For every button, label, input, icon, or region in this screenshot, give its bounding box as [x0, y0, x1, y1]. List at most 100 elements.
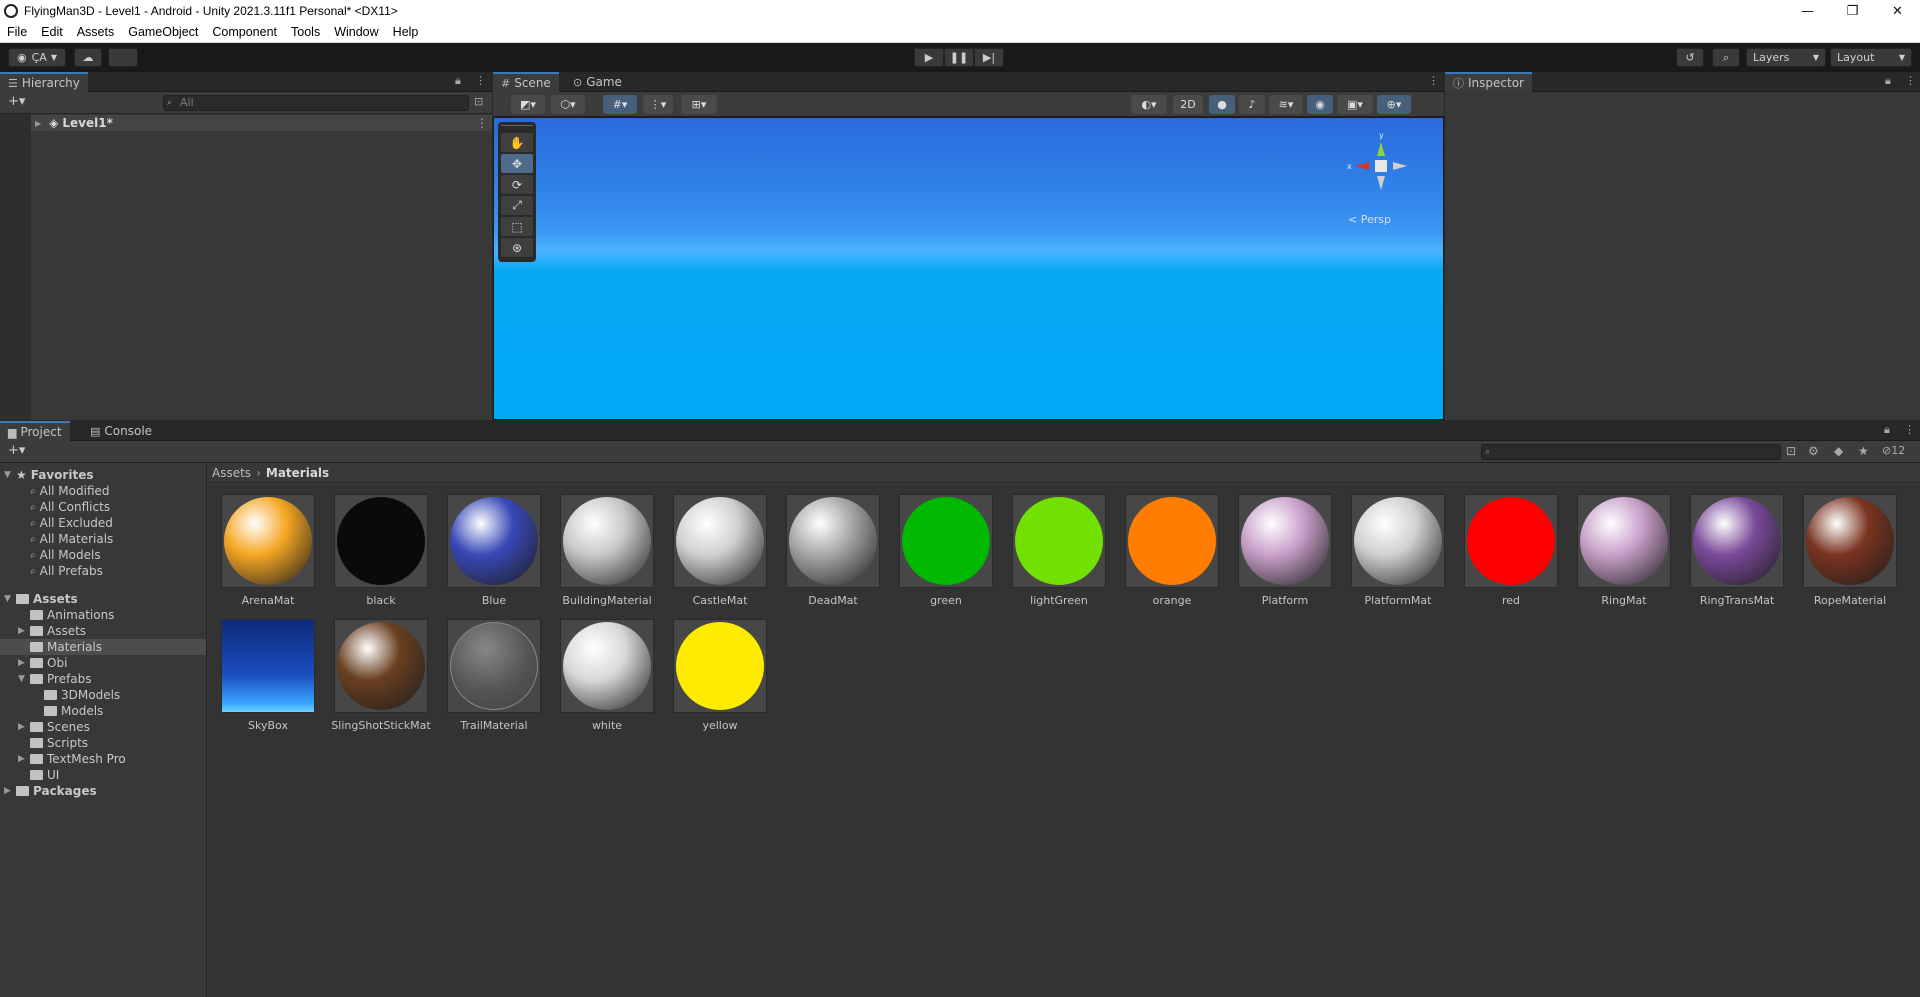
tree-favorites[interactable]: ▼ ★ Favorites	[4, 467, 93, 483]
camera-dropdown[interactable]: ▣▾	[1337, 95, 1373, 114]
search-by-type-icon[interactable]: ⊡	[474, 95, 483, 108]
create-button[interactable]: +▾	[8, 443, 25, 458]
render-mode-dropdown[interactable]: ⬡▾	[551, 95, 585, 114]
kebab-menu-icon[interactable]: ⋮	[476, 116, 488, 130]
shading-mode-dropdown[interactable]: ◐▾	[1131, 95, 1167, 114]
kebab-menu-icon[interactable]: ⋮	[475, 74, 486, 87]
hidden-packages-toggle[interactable]: ⊘12	[1882, 444, 1905, 457]
material-thumbnail[interactable]	[560, 619, 654, 713]
tree-folder-scripts[interactable]: Scripts	[18, 735, 88, 751]
lock-icon[interactable]: 🔒︎	[455, 74, 461, 88]
filter-type-icon[interactable]: ⚙	[1808, 444, 1819, 458]
expand-arrow-icon[interactable]: ▼	[4, 594, 16, 604]
material-asset[interactable]: PlatformMat	[1348, 494, 1448, 607]
menu-edit[interactable]: Edit	[34, 25, 70, 39]
material-thumbnail[interactable]	[447, 494, 541, 588]
material-asset[interactable]: green	[896, 494, 996, 607]
material-asset[interactable]: black	[331, 494, 431, 607]
material-thumbnail[interactable]	[899, 494, 993, 588]
material-asset[interactable]: TrailMaterial	[444, 619, 544, 732]
material-thumbnail[interactable]	[447, 619, 541, 713]
tree-folder-models[interactable]: Models	[32, 703, 103, 719]
tree-assets[interactable]: ▼ Assets	[4, 591, 78, 607]
tree-fav-all-conflicts[interactable]: ⌕ All Conflicts	[30, 499, 110, 515]
kebab-menu-icon[interactable]: ⋮	[1905, 74, 1916, 87]
material-asset[interactable]: SkyBox	[218, 619, 318, 732]
expand-arrow-icon[interactable]: ▶	[18, 754, 30, 764]
orientation-gizmo[interactable]: y x	[1341, 126, 1421, 206]
breadcrumb-materials[interactable]: Materials	[266, 466, 329, 480]
undo-history-button[interactable]: ↺	[1676, 48, 1704, 67]
scene-viewport[interactable]: ✋ ✥ ⟳ ⤢ ⬚ ⊛ y x < Persp	[493, 117, 1444, 420]
material-asset[interactable]: SlingShotStickMat	[331, 619, 431, 732]
tab-game[interactable]: ⊙ Game	[565, 72, 630, 92]
menu-gameobject[interactable]: GameObject	[121, 25, 205, 39]
tab-console[interactable]: ▤ Console	[82, 421, 160, 441]
maximize-button[interactable]: ❐	[1830, 0, 1875, 22]
grid-snap-toggle[interactable]: #▾	[603, 95, 637, 114]
audio-toggle[interactable]: ♪	[1239, 95, 1265, 114]
menu-window[interactable]: Window	[327, 25, 385, 39]
material-thumbnail[interactable]	[334, 494, 428, 588]
material-thumbnail[interactable]	[221, 494, 315, 588]
tree-fav-all-prefabs[interactable]: ⌕ All Prefabs	[30, 563, 103, 579]
material-asset[interactable]: DeadMat	[783, 494, 883, 607]
tab-scene[interactable]: # Scene	[493, 72, 559, 92]
material-thumbnail[interactable]	[1125, 494, 1219, 588]
overlay-handle[interactable]	[501, 125, 533, 129]
menu-tools[interactable]: Tools	[284, 25, 327, 39]
transform-tool-button[interactable]: ⊛	[501, 238, 533, 257]
gizmo-center-cube[interactable]	[1375, 160, 1387, 172]
account-button[interactable]: ◉ ÇA ▼	[8, 48, 66, 67]
material-asset[interactable]: red	[1461, 494, 1561, 607]
lighting-toggle[interactable]: ●	[1209, 95, 1235, 114]
gizmo-neg-y-axis[interactable]	[1377, 176, 1385, 190]
material-thumbnail[interactable]	[673, 494, 767, 588]
menu-component[interactable]: Component	[205, 25, 284, 39]
tree-folder-materials[interactable]: Materials	[0, 639, 206, 655]
material-thumbnail[interactable]	[1012, 494, 1106, 588]
tree-folder-prefabs[interactable]: ▼ Prefabs	[18, 671, 92, 687]
material-thumbnail[interactable]	[1690, 494, 1784, 588]
material-asset[interactable]: Platform	[1235, 494, 1335, 607]
gizmos-dropdown[interactable]: ⊕▾	[1377, 95, 1411, 114]
tree-folder-obi[interactable]: ▶ Obi	[18, 655, 67, 671]
material-thumbnail[interactable]	[1577, 494, 1671, 588]
lock-icon[interactable]: 🔒︎	[1884, 423, 1890, 437]
material-asset[interactable]: BuildingMaterial	[557, 494, 657, 607]
align-dropdown[interactable]: ⊞▾	[681, 95, 717, 114]
label-filter-icon[interactable]: ◆	[1834, 444, 1843, 458]
tree-folder-ui[interactable]: UI	[18, 767, 59, 783]
tab-inspector[interactable]: ⓘ Inspector	[1445, 72, 1532, 92]
material-asset[interactable]: RingTransMat	[1687, 494, 1787, 607]
effects-dropdown[interactable]: ≋▾	[1269, 95, 1303, 114]
expand-arrow-icon[interactable]: ▶	[4, 786, 16, 796]
material-thumbnail[interactable]	[673, 619, 767, 713]
material-thumbnail[interactable]	[334, 619, 428, 713]
perspective-label[interactable]: < Persp	[1348, 213, 1391, 226]
menu-help[interactable]: Help	[386, 25, 426, 39]
menu-file[interactable]: File	[0, 25, 34, 39]
tree-fav-all-modified[interactable]: ⌕ All Modified	[30, 483, 110, 499]
minimize-button[interactable]: —	[1785, 0, 1830, 22]
expand-arrow-icon[interactable]: ▶	[35, 119, 41, 128]
move-tool-button[interactable]: ✥	[501, 154, 533, 173]
tree-folder-scenes[interactable]: ▶ Scenes	[18, 719, 90, 735]
material-thumbnail[interactable]	[1803, 494, 1897, 588]
material-thumbnail[interactable]	[560, 494, 654, 588]
tree-folder-assets[interactable]: ▶ Assets	[18, 623, 86, 639]
favorite-star-icon[interactable]: ★	[1858, 444, 1869, 458]
tree-fav-all-excluded[interactable]: ⌕ All Excluded	[30, 515, 113, 531]
expand-arrow-icon[interactable]: ▼	[18, 674, 30, 684]
pause-button[interactable]: ❚❚	[944, 48, 974, 67]
material-asset[interactable]: CastleMat	[670, 494, 770, 607]
expand-arrow-icon[interactable]: ▶	[18, 658, 30, 668]
expand-arrow-icon[interactable]: ▶	[18, 626, 30, 636]
tree-fav-all-models[interactable]: ⌕ All Models	[30, 547, 101, 563]
kebab-menu-icon[interactable]: ⋮	[1428, 74, 1439, 87]
material-thumbnail[interactable]	[1351, 494, 1445, 588]
tree-packages[interactable]: ▶ Packages	[4, 783, 97, 799]
tab-hierarchy[interactable]: ☰ Hierarchy	[0, 72, 88, 92]
draw-mode-dropdown[interactable]: ◩▾	[511, 95, 545, 114]
scene-visibility-toggle[interactable]: ◉	[1307, 95, 1333, 114]
